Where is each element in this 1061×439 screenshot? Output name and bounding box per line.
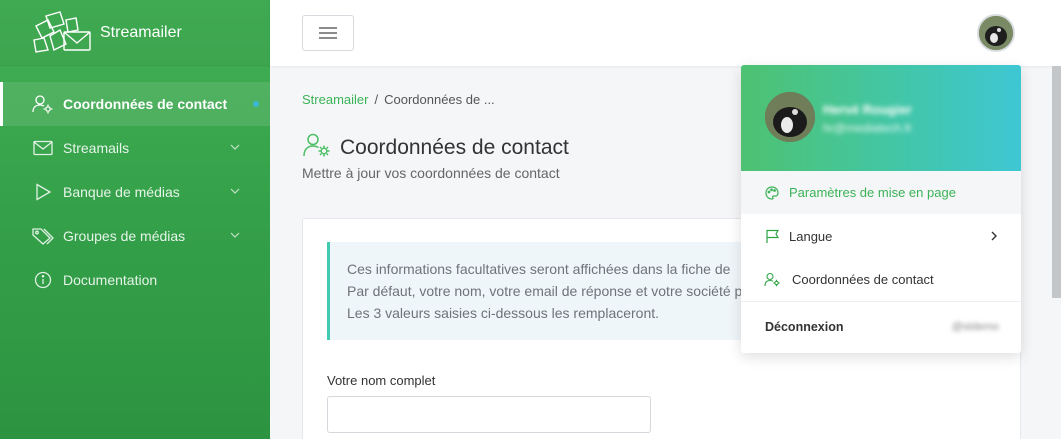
sidebar-item-label: Documentation (63, 272, 158, 288)
menu-item-language[interactable]: Langue (741, 215, 1021, 258)
user-gear-icon (302, 132, 332, 163)
envelope-icon (32, 137, 54, 159)
menu-item-label: Langue (789, 229, 833, 244)
streamailer-logo-icon (33, 10, 91, 53)
sidebar-item-media-bank[interactable]: Banque de médias (0, 170, 270, 214)
play-icon (32, 181, 54, 203)
sidebar-item-streamails[interactable]: Streamails (0, 126, 270, 170)
menu-item-contact-details[interactable]: Coordonnées de contact (741, 258, 1021, 301)
active-indicator (253, 101, 259, 107)
page-header: Coordonnées de contact (302, 132, 569, 163)
info-circle-icon (32, 269, 54, 291)
scrollbar-thumb[interactable] (1052, 66, 1061, 298)
name-field-label: Votre nom complet (327, 373, 436, 388)
page-subtitle: Mettre à jour vos coordonnées de contact (302, 165, 560, 181)
menu-item-label: Coordonnées de contact (792, 272, 934, 287)
sidebar-item-contact[interactable]: Coordonnées de contact (0, 82, 270, 126)
top-header (270, 0, 1061, 66)
sidebar-item-documentation[interactable]: Documentation (0, 258, 270, 302)
chevron-down-icon (230, 144, 240, 150)
breadcrumb-current: Coordonnées de ... (384, 92, 495, 107)
breadcrumb-root-link[interactable]: Streamailer (302, 92, 368, 107)
breadcrumb-separator: / (374, 92, 379, 107)
menu-toggle-button[interactable] (302, 15, 354, 51)
user-avatar-button[interactable] (977, 14, 1015, 52)
breadcrumb: Streamailer / Coordonnées de ... (302, 92, 495, 107)
sidebar-item-label: Banque de médias (63, 184, 180, 200)
dropdown-user-name: Hervé Rougier (823, 102, 912, 117)
dropdown-avatar (765, 92, 815, 142)
user-avatar (979, 16, 1013, 50)
user-dropdown-menu: Hervé Rougier hr@mediatech.fr Paramètres… (741, 65, 1021, 353)
user-gear-icon (32, 93, 54, 115)
flag-icon (763, 228, 781, 246)
palette-icon (763, 184, 781, 202)
sidebar-nav: Coordonnées de contact Streamails Banque… (0, 82, 270, 302)
menu-divider (741, 301, 1021, 302)
sidebar-item-media-groups[interactable]: Groupes de médias (0, 214, 270, 258)
logout-button[interactable]: Déconnexion (765, 320, 844, 334)
app-name: Streamailer (100, 23, 182, 41)
dropdown-user-header: Hervé Rougier hr@mediatech.fr (741, 65, 1021, 171)
chevron-down-icon (230, 232, 240, 238)
hamburger-icon (319, 27, 337, 39)
page-title: Coordonnées de contact (340, 135, 569, 159)
brand[interactable]: Streamailer (0, 0, 270, 66)
user-gear-icon (763, 271, 781, 289)
dropdown-user-email: hr@mediatech.fr (823, 121, 912, 135)
logout-username: @stdemo (951, 321, 999, 333)
sidebar: Streamailer Coordonnées de contact Strea (0, 0, 270, 439)
menu-item-label: Paramètres de mise en page (789, 185, 956, 200)
chevron-right-icon (991, 231, 997, 241)
name-input[interactable] (327, 396, 651, 433)
sidebar-item-label: Groupes de médias (63, 228, 186, 244)
chevron-down-icon (230, 188, 240, 194)
menu-item-layout-settings[interactable]: Paramètres de mise en page (741, 171, 1021, 214)
sidebar-item-label: Coordonnées de contact (63, 96, 228, 112)
tags-icon (32, 225, 54, 247)
sidebar-item-label: Streamails (63, 140, 130, 156)
